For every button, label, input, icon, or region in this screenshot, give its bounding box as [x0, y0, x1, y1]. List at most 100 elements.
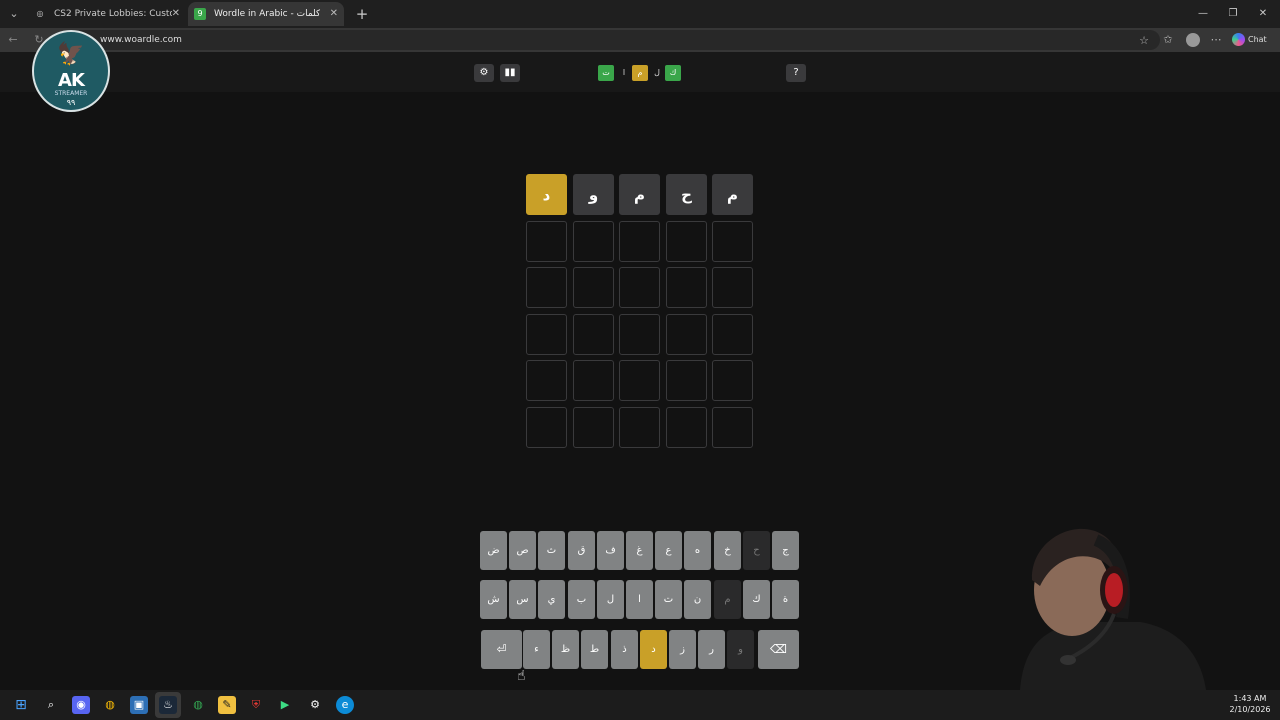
close-tab-icon[interactable]: ✕ [330, 2, 338, 26]
key[interactable]: ر [698, 630, 725, 669]
channel-logo-text: AK [58, 70, 85, 91]
minimize-button[interactable]: — [1188, 4, 1218, 24]
grid-cell [712, 267, 753, 308]
windows-start-icon[interactable]: ⊞ [12, 696, 30, 714]
key[interactable]: غ [626, 531, 653, 570]
clock-date: 2/10/2026 [1229, 705, 1271, 714]
grid-cell [666, 407, 707, 448]
key[interactable]: ط [581, 630, 608, 669]
key[interactable]: ن [684, 580, 711, 619]
close-window-button[interactable]: ✕ [1248, 4, 1278, 24]
key[interactable]: ت [655, 580, 682, 619]
key[interactable]: ح [743, 531, 770, 570]
grid-cell: د [526, 174, 567, 215]
avatar[interactable] [1186, 33, 1200, 47]
antivirus-icon[interactable]: ⛨ [247, 696, 265, 714]
windows-taskbar: ⊞ ⌕ ◉ ◍ ▣ ♨ ◍ ✎ ⛨ ▶ ⚙ e 1:43 AM 2/10/202… [0, 690, 1280, 720]
close-tab-icon[interactable]: ✕ [172, 2, 180, 26]
notes-icon[interactable]: ✎ [218, 696, 236, 714]
grid-cell: م [712, 174, 753, 215]
key[interactable]: ع [655, 531, 682, 570]
tab-cs2-lobbies[interactable]: ◎ CS2 Private Lobbies: Custom Matc ✕ [28, 2, 186, 26]
tab-search-icon[interactable]: ⌄ [4, 4, 24, 24]
key[interactable]: ا [626, 580, 653, 619]
key[interactable]: ه [684, 531, 711, 570]
key[interactable]: ز [669, 630, 696, 669]
channel-logo-sub: STREAMER [54, 90, 88, 97]
tab-title: Wordle in Arabic - كلمات [214, 9, 321, 19]
key[interactable]: ة [772, 580, 799, 619]
key[interactable]: ف [597, 531, 624, 570]
logo-tile: م [632, 65, 648, 81]
enter-key[interactable]: ⏎ [481, 630, 522, 669]
key[interactable]: ث [538, 531, 565, 570]
key[interactable]: ي [538, 580, 565, 619]
edge-icon[interactable]: e [336, 696, 354, 714]
discord-icon[interactable]: ◉ [72, 696, 90, 714]
key[interactable]: س [509, 580, 536, 619]
chrome-icon[interactable]: ◍ [101, 696, 119, 714]
grid-cell [573, 221, 614, 262]
new-tab-button[interactable]: + [352, 4, 372, 24]
search-icon[interactable]: ⌕ [42, 696, 60, 714]
chat-label: Chat [1248, 35, 1267, 44]
grid-cell [573, 267, 614, 308]
grid-cell [526, 314, 567, 355]
grid-cell [619, 407, 660, 448]
enter-icon: ⏎ [496, 642, 507, 656]
grid-cell: و [573, 174, 614, 215]
key[interactable]: م [714, 580, 741, 619]
android-studio-icon[interactable]: ▶ [276, 696, 294, 714]
grid-cell: ح [666, 174, 707, 215]
key[interactable]: ب [568, 580, 595, 619]
app-icon[interactable]: ▣ [130, 696, 148, 714]
chrome-profile-icon[interactable]: ◍ [189, 696, 207, 714]
favorites-icon[interactable]: ✩ [1160, 32, 1176, 48]
tab-wordle-arabic[interactable]: 9 Wordle in Arabic - كلمات ✕ [188, 2, 344, 26]
browser-tab-bar: ⌄ ◎ CS2 Private Lobbies: Custom Matc ✕ 9… [0, 0, 1280, 28]
key[interactable]: د [640, 630, 667, 669]
grid-cell [666, 360, 707, 401]
key[interactable]: ء [523, 630, 550, 669]
backspace-key[interactable]: ⌫ [758, 630, 799, 669]
grid-cell [666, 221, 707, 262]
grid-cell [712, 221, 753, 262]
restore-button[interactable]: ❐ [1218, 4, 1248, 24]
back-icon[interactable]: ← [4, 31, 22, 49]
steam-icon[interactable]: ♨ [159, 696, 177, 714]
settings-gear-icon[interactable]: ⚙ [474, 64, 494, 82]
grid-cell [712, 407, 753, 448]
key[interactable]: خ [714, 531, 741, 570]
game-header: ⚙ ▮▮ ت ا م ل ك ? [0, 52, 1280, 92]
key[interactable]: ل [597, 580, 624, 619]
key[interactable]: و [727, 630, 754, 669]
key[interactable]: ش [480, 580, 507, 619]
copilot-icon [1232, 33, 1245, 46]
woardle-favicon: 9 [194, 8, 206, 20]
more-menu-icon[interactable]: ⋯ [1208, 32, 1224, 48]
backspace-icon: ⌫ [770, 642, 787, 656]
omnibox[interactable]: www.woardle.com ☆ [60, 30, 1160, 50]
clock-time: 1:43 AM [1233, 694, 1267, 703]
statistics-icon[interactable]: ▮▮ [500, 64, 520, 82]
grid-cell [619, 314, 660, 355]
key[interactable]: ذ [611, 630, 638, 669]
grid-cell [712, 360, 753, 401]
key[interactable]: ظ [552, 630, 579, 669]
key[interactable]: ض [480, 531, 507, 570]
grid-cell [573, 314, 614, 355]
clock[interactable]: 1:43 AM 2/10/2026 [1226, 693, 1274, 715]
key[interactable]: ص [509, 531, 536, 570]
key[interactable]: ج [772, 531, 799, 570]
grid-cell [573, 407, 614, 448]
url-text[interactable]: www.woardle.com [100, 30, 182, 50]
settings-gear-icon[interactable]: ⚙ [306, 696, 324, 714]
chat-button[interactable]: Chat [1232, 32, 1267, 48]
grid-cell: م [619, 174, 660, 215]
logo-tile: ك [665, 65, 681, 81]
bookmark-star-icon[interactable]: ☆ [1136, 33, 1152, 49]
channel-logo: 🦅 AK STREAMER ٩٩ [32, 30, 110, 112]
key[interactable]: ق [568, 531, 595, 570]
help-button[interactable]: ? [786, 64, 806, 82]
key[interactable]: ك [743, 580, 770, 619]
